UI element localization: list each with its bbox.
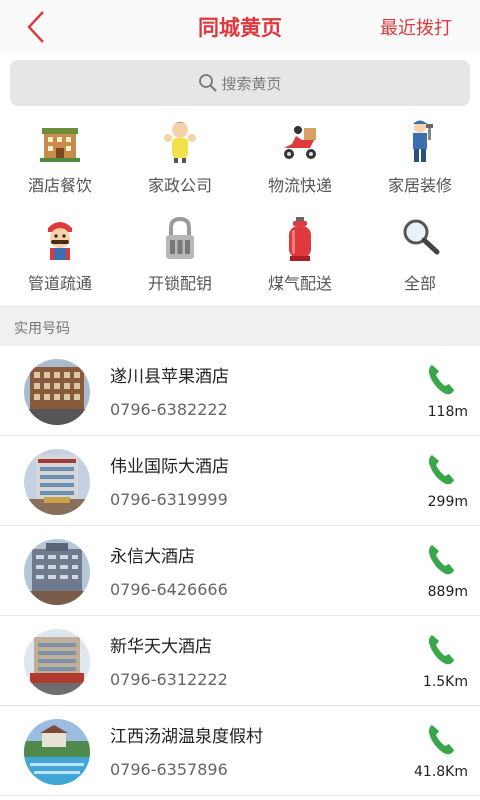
category-grid: 酒店餐饮 家政公司 物流快递 家居装修 管道疏通 开锁配钥 煤气配送 全部 bbox=[0, 112, 480, 306]
category-logistics[interactable]: 物流快递 bbox=[240, 112, 360, 208]
recent-calls-button[interactable]: 最近拨打 bbox=[380, 14, 452, 40]
phone-number: 0796-6357896 bbox=[110, 760, 228, 779]
phone-number: 0796-6382222 bbox=[110, 400, 228, 419]
search-area: 搜索黄页 bbox=[0, 54, 480, 112]
category-label: 煤气配送 bbox=[267, 274, 332, 293]
business-name: 遂川县苹果酒店 bbox=[110, 367, 229, 387]
category-locksmith[interactable]: 开锁配钥 bbox=[120, 210, 240, 306]
phone-call-icon[interactable] bbox=[426, 722, 456, 756]
plumber-icon bbox=[40, 216, 80, 262]
list-item[interactable]: 伟业国际大酒店 0796-6319999 299m bbox=[0, 436, 480, 526]
list-item[interactable]: 永信大酒店 0796-6426666 889m bbox=[0, 526, 480, 616]
category-label: 家政公司 bbox=[147, 176, 212, 195]
magnifier-icon bbox=[400, 216, 440, 262]
delivery-scooter-icon bbox=[280, 118, 320, 164]
category-hotel-dining[interactable]: 酒店餐饮 bbox=[0, 112, 120, 208]
search-icon bbox=[199, 74, 218, 92]
housekeeper-icon bbox=[160, 118, 200, 164]
category-label: 开锁配钥 bbox=[147, 274, 212, 293]
search-input[interactable]: 搜索黄页 bbox=[10, 60, 470, 106]
phone-number: 0796-6319999 bbox=[110, 490, 228, 509]
section-title: 实用号码 bbox=[14, 321, 70, 337]
business-name: 江西汤湖温泉度假村 bbox=[110, 727, 263, 747]
list-item[interactable]: 江西汤湖温泉度假村 0796-6357896 41.8Km bbox=[0, 706, 480, 796]
hotel-building-icon bbox=[40, 118, 80, 164]
padlock-icon bbox=[160, 216, 200, 262]
phone-call-icon[interactable] bbox=[426, 542, 456, 576]
business-name: 新华天大酒店 bbox=[110, 637, 212, 657]
list-item[interactable]: 遂川县苹果酒店 0796-6382222 118m bbox=[0, 346, 480, 436]
distance-label: 889m bbox=[427, 584, 468, 600]
section-header: 实用号码 bbox=[0, 306, 480, 346]
gas-cylinder-icon bbox=[280, 216, 320, 262]
category-label: 家居装修 bbox=[387, 176, 452, 195]
phone-number: 0796-6426666 bbox=[110, 580, 228, 599]
business-photo bbox=[24, 449, 90, 515]
category-label: 全部 bbox=[403, 274, 436, 293]
phone-call-icon[interactable] bbox=[426, 452, 456, 486]
distance-label: 41.8Km bbox=[414, 764, 468, 780]
category-housekeeping[interactable]: 家政公司 bbox=[120, 112, 240, 208]
category-label: 酒店餐饮 bbox=[27, 176, 92, 195]
distance-label: 118m bbox=[427, 404, 468, 420]
business-name: 永信大酒店 bbox=[110, 547, 195, 567]
category-gas-delivery[interactable]: 煤气配送 bbox=[240, 210, 360, 306]
business-photo bbox=[24, 629, 90, 695]
category-label: 物流快递 bbox=[267, 176, 332, 195]
repairman-icon bbox=[400, 118, 440, 164]
top-nav-bar: 同城黄页 最近拨打 bbox=[0, 0, 480, 54]
category-all[interactable]: 全部 bbox=[360, 210, 480, 306]
search-placeholder: 搜索黄页 bbox=[221, 74, 282, 93]
phone-number: 0796-6312222 bbox=[110, 670, 228, 689]
category-pipe-dredging[interactable]: 管道疏通 bbox=[0, 210, 120, 306]
business-photo bbox=[24, 359, 90, 425]
distance-label: 299m bbox=[427, 494, 468, 510]
category-label: 管道疏通 bbox=[27, 274, 92, 293]
phone-call-icon[interactable] bbox=[426, 632, 456, 666]
business-name: 伟业国际大酒店 bbox=[110, 457, 229, 477]
phone-call-icon[interactable] bbox=[426, 362, 456, 396]
category-home-renovation[interactable]: 家居装修 bbox=[360, 112, 480, 208]
business-photo bbox=[24, 719, 90, 785]
directory-list: 遂川县苹果酒店 0796-6382222 118m 伟业国际大酒店 0796-6… bbox=[0, 346, 480, 796]
business-photo bbox=[24, 539, 90, 605]
distance-label: 1.5Km bbox=[422, 674, 468, 690]
list-item[interactable]: 新华天大酒店 0796-6312222 1.5Km bbox=[0, 616, 480, 706]
